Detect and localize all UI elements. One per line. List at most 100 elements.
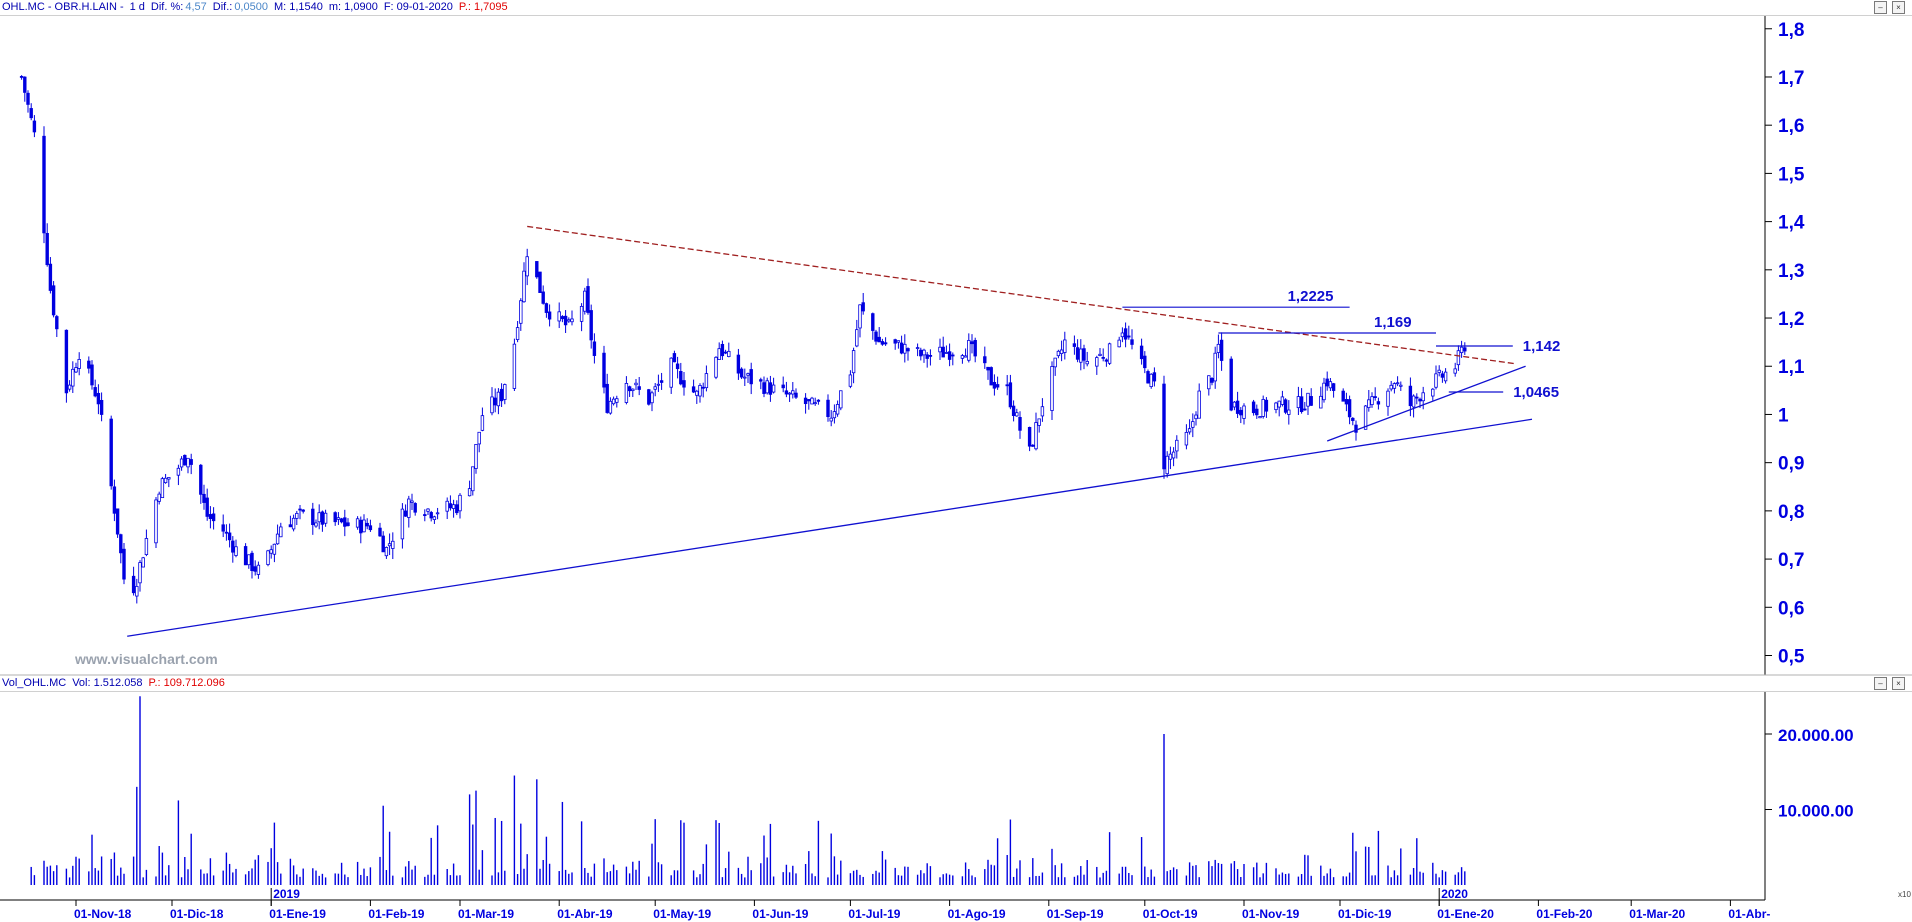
candle-body [279,526,283,538]
date-tick-label: 01-Ago-19 [948,907,1006,921]
candle-body [794,392,798,398]
date-tick-label: 01-Mar-19 [458,907,514,921]
candle-body [426,508,430,512]
candle-body [109,418,113,487]
candle-body [1037,418,1041,426]
candle-body [1306,392,1310,407]
candle-body [1239,409,1243,416]
candle-body [1191,421,1195,428]
candle-body [135,585,139,597]
candle-body [669,357,673,388]
candle-body [275,533,280,545]
candle-body [1143,355,1147,369]
candle-body [1072,343,1077,347]
candle-body [1376,401,1381,405]
candle-body [1421,392,1425,402]
candle-body [877,336,881,343]
year-label: 2019 [273,887,300,901]
candle-body [253,566,257,572]
candle-body [496,391,501,407]
candle-body [602,352,606,388]
candle-body [1162,383,1166,470]
candle-body [423,514,427,516]
candle-body [458,494,462,512]
candle-body [480,415,485,431]
candle-body [810,397,814,405]
candle-body [1005,384,1009,387]
candle-body [1373,396,1377,399]
date-tick-label: 01-Nov-18 [74,907,132,921]
candle-body [1104,359,1109,362]
candle-body [1063,339,1067,353]
candle-body [26,92,30,105]
candle-body [906,348,910,352]
level-label: 1,169 [1374,314,1412,331]
candle-body [67,384,72,390]
date-tick-label: 01-Ene-20 [1437,907,1494,921]
candle-body [851,350,856,374]
candle-body [515,327,520,340]
candle-body [1031,444,1035,447]
candle-body [1050,366,1054,411]
candle-body [691,386,696,393]
price-chart[interactable]: 1,8 1,7 1,6 1,5 1,4 1,3 1,2 1,1 1 0,9 0,8 0,7 0,6 0,5… [0,0,1912,922]
candle-body [234,546,238,556]
candle-body [535,261,539,278]
candle-body [557,311,561,322]
candle-body [695,390,699,396]
candle-body [48,263,53,291]
candle-body [131,575,136,594]
candle-body [183,454,187,466]
candle-body [743,376,747,379]
candle-body [813,402,817,405]
candle-body [1456,350,1461,366]
candle-body [323,512,328,524]
candle-body [791,390,795,395]
candle-body [848,374,853,387]
candle-body [1347,399,1352,418]
candle-body [208,514,213,520]
candle-body [1264,399,1269,412]
price-tick-label: 0,5 [1778,647,1805,668]
candle-body [759,379,763,382]
date-tick-label: 01-Nov-19 [1242,907,1300,921]
candle-body [608,400,613,414]
candle-body [355,518,360,528]
candle-body [186,457,190,468]
candle-body [563,315,568,326]
candle-body [637,386,641,390]
date-tick-label: 01-Abr-19 [557,907,613,921]
candle-body [227,532,232,541]
candle-body [829,417,833,422]
candle-body [247,554,251,566]
candle-body [1197,390,1201,419]
candle-body [941,346,945,358]
candle-body [471,466,475,492]
volume-tick-label: 10.000.00 [1778,802,1854,821]
price-tick-label: 0,8 [1778,502,1804,523]
candle-body [893,339,897,344]
candle-body [1075,347,1080,360]
candle-body [714,356,718,378]
date-tick-label: 01-Jul-19 [848,907,900,921]
candle-body [432,516,437,520]
candle-body [391,540,395,549]
candle-body [672,353,677,363]
price-tick-label: 1,1 [1778,357,1805,378]
candle-body [1232,401,1237,408]
candle-body [1418,398,1422,402]
candle-body [42,135,46,234]
candle-body [160,478,165,499]
candle-body [1434,373,1438,388]
candle-body [1095,357,1099,367]
candle-body [538,271,542,293]
year-label: 2020 [1441,887,1468,901]
candle-body [1443,371,1448,382]
candle-body [541,291,545,304]
candle-body [1437,369,1441,373]
candle-body [679,371,683,385]
candle-body [1168,453,1173,460]
chart-annotations: 1,2225 1,169 1,142 1,0465 [127,225,1560,637]
candle-body [138,562,142,584]
candle-body [1229,358,1233,411]
